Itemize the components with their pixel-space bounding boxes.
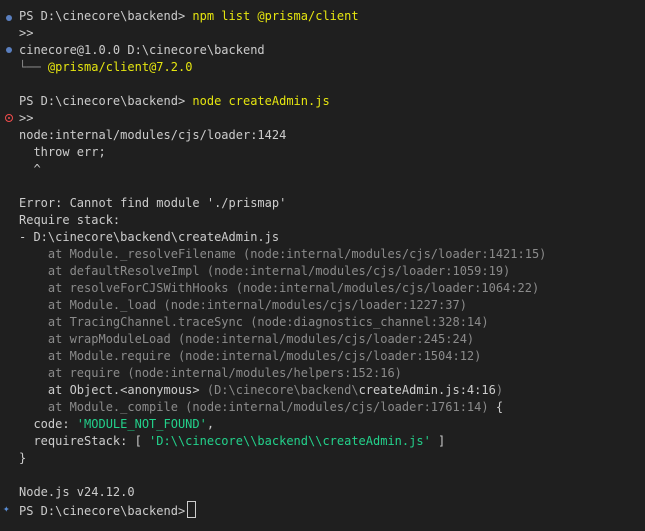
require-stack-key: requireStack: [ — [19, 434, 150, 448]
frame-path: (D:\cinecore\backend\ — [206, 383, 359, 397]
error-message: Error: Cannot find module './prismap' — [19, 196, 287, 210]
require-stack-entry: - D:\cinecore\backend\createAdmin.js — [19, 230, 280, 244]
code-key: code: — [19, 417, 77, 431]
prompt-text: PS D:\cinecore\backend> — [19, 9, 186, 23]
npm-package-line: cinecore@1.0.0 D:\cinecore\backend — [19, 42, 265, 59]
command-success-decoration-icon[interactable] — [6, 15, 12, 21]
sparkle-icon[interactable]: ✦ — [3, 503, 15, 515]
error-code-line: code: 'MODULE_NOT_FOUND', — [19, 416, 214, 433]
stack-frame: at resolveForCJSWithHooks (node:internal… — [19, 281, 540, 295]
tree-branch: └── — [19, 60, 41, 74]
require-stack-value: 'D:\\cinecore\\backend\\createAdmin.js' — [149, 434, 431, 448]
stack-frame: at Module._resolveFilename (node:interna… — [19, 247, 547, 261]
require-stack-label: Require stack: — [19, 213, 121, 227]
stack-frame-compile: at Module._compile (node:internal/module… — [19, 399, 503, 416]
command-success-decoration-icon[interactable] — [6, 47, 12, 53]
frame-prefix: at Object.<anonymous> — [19, 383, 207, 397]
stack-frame: at Module.require (node:internal/modules… — [19, 349, 482, 363]
comma: , — [206, 417, 215, 431]
package-root: cinecore@1.0.0 D:\cinecore\backend — [19, 43, 265, 57]
terminal-cursor — [187, 501, 197, 518]
prompt-text: PS D:\cinecore\backend> — [19, 94, 186, 108]
close-brace-line: } — [19, 451, 27, 465]
frame-close: ) — [495, 383, 504, 397]
bracket-close: ] — [430, 434, 446, 448]
prompt-text: PS D:\cinecore\backend> — [19, 504, 186, 518]
stack-frame: at TracingChannel.traceSync (node:diagno… — [19, 315, 489, 329]
command-text: node createAdmin.js — [192, 94, 330, 108]
code-value: 'MODULE_NOT_FOUND' — [76, 417, 207, 431]
frame-file-link[interactable]: createAdmin.js:4:16 — [359, 383, 496, 397]
stack-frame: at require (node:internal/modules/helper… — [19, 366, 402, 380]
stack-frame: at Module._load (node:internal/modules/c… — [19, 298, 467, 312]
continuation-line-1: >> — [19, 25, 33, 42]
terminal-panel[interactable]: PS D:\cinecore\backend> npm list @prisma… — [0, 0, 645, 531]
stack-frame: at wrapModuleLoad (node:internal/modules… — [19, 332, 475, 346]
prompt-line-3[interactable]: PS D:\cinecore\backend> — [19, 501, 197, 518]
npm-dependency-line: └── @prisma/client@7.2.0 — [19, 59, 192, 76]
command-error-decoration-icon[interactable] — [5, 114, 13, 122]
caret-line: ^ — [19, 162, 41, 176]
require-stack-line: requireStack: [ 'D:\\cinecore\\backend\\… — [19, 433, 445, 450]
throw-line: throw err; — [19, 145, 106, 159]
frame-text: at Module._compile (node:internal/module… — [19, 400, 489, 414]
continuation-prompt: >> — [19, 111, 34, 125]
prompt-line-1: PS D:\cinecore\backend> npm list @prisma… — [19, 8, 359, 25]
stack-frame-user: at Object.<anonymous> (D:\cinecore\backe… — [19, 382, 503, 399]
command-text: npm list @prisma/client — [192, 9, 359, 23]
stack-frame: at defaultResolveImpl (node:internal/mod… — [19, 264, 511, 278]
continuation-prompt: >> — [19, 26, 34, 40]
loader-line: node:internal/modules/cjs/loader:1424 — [19, 128, 287, 142]
open-brace: { — [488, 400, 504, 414]
dependency-name: @prisma/client@7.2.0 — [47, 60, 193, 74]
prompt-line-2: PS D:\cinecore\backend> node createAdmin… — [19, 93, 330, 110]
continuation-line-2: >> — [19, 110, 33, 127]
node-version: Node.js v24.12.0 — [19, 485, 135, 499]
